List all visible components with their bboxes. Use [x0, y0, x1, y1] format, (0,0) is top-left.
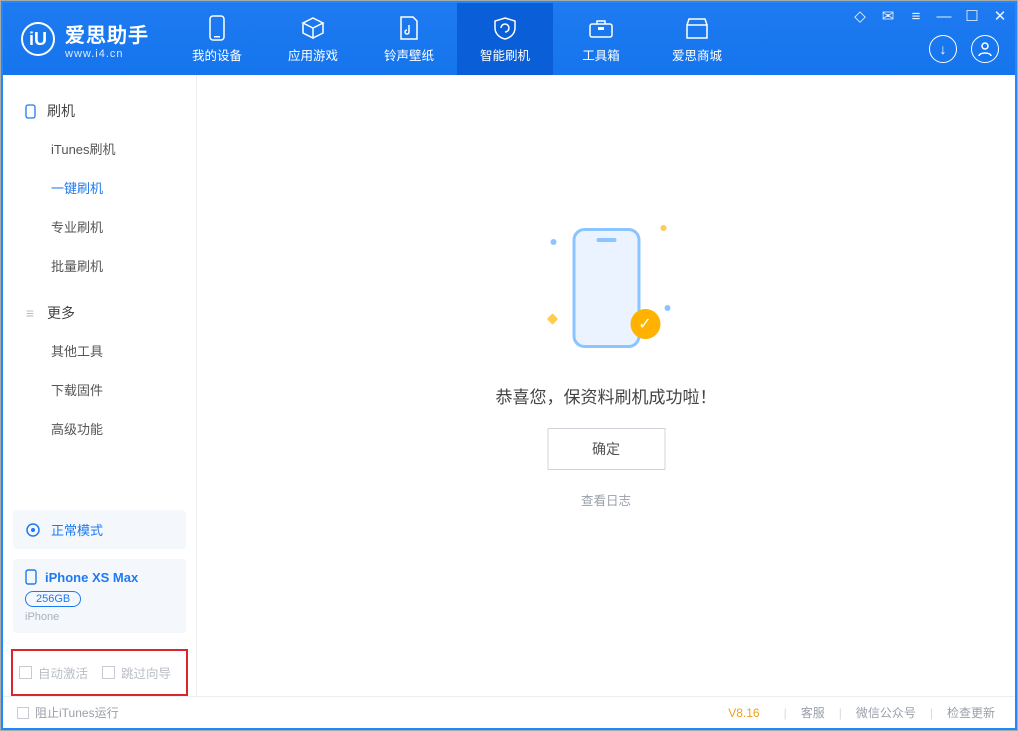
titlebar: iU 爱思助手 www.i4.cn 我的设备 应用游戏 铃声壁纸 智能刷机: [3, 3, 1015, 75]
tab-ringtones[interactable]: 铃声壁纸: [361, 3, 457, 75]
highlight-box: 自动激活 跳过向导: [11, 649, 188, 696]
shop-icon: [684, 15, 710, 41]
refresh-shield-icon: [492, 15, 518, 41]
device-type: iPhone: [25, 611, 174, 623]
tab-apps-games[interactable]: 应用游戏: [265, 3, 361, 75]
tab-smart-flash[interactable]: 智能刷机: [457, 3, 553, 75]
sidebar-item-pro-flash[interactable]: 专业刷机: [3, 207, 196, 246]
window-controls: ◇ ✉ ≡ ― ☐ ✕: [851, 7, 1009, 25]
app-name: 爱思助手: [65, 19, 149, 48]
app-logo: iU 爱思助手 www.i4.cn: [3, 3, 163, 75]
footer-update[interactable]: 检查更新: [941, 704, 1001, 721]
tab-my-device[interactable]: 我的设备: [169, 3, 265, 75]
feedback-icon[interactable]: ✉: [879, 7, 897, 25]
section-flash: 刷机: [3, 93, 196, 129]
sidebar-item-download-fw[interactable]: 下载固件: [3, 370, 196, 409]
sidebar-item-advanced[interactable]: 高级功能: [3, 409, 196, 448]
checkbox-skip-wizard[interactable]: 跳过向导: [102, 663, 171, 682]
footer: 阻止iTunes运行 V8.16 | 客服 | 微信公众号 | 检查更新: [3, 696, 1015, 728]
version-label: V8.16: [728, 706, 759, 720]
check-badge-icon: ✓: [630, 309, 660, 339]
top-tabs: 我的设备 应用游戏 铃声壁纸 智能刷机 工具箱 爱思商城: [169, 3, 745, 75]
mode-card[interactable]: 正常模式: [13, 510, 186, 549]
sidebar-item-other-tools[interactable]: 其他工具: [3, 331, 196, 370]
maximize-button[interactable]: ☐: [963, 7, 981, 25]
checkbox-auto-activate[interactable]: 自动激活: [19, 663, 88, 682]
footer-service[interactable]: 客服: [795, 704, 831, 721]
sidebar-item-batch-flash[interactable]: 批量刷机: [3, 246, 196, 285]
section-more: ≡ 更多: [3, 295, 196, 331]
music-file-icon: [396, 15, 422, 41]
device-capacity: 256GB: [25, 591, 81, 607]
phone-icon: [204, 15, 230, 41]
minimize-button[interactable]: ―: [935, 8, 953, 25]
account-button[interactable]: [971, 35, 999, 63]
success-illustration: ✓: [546, 213, 666, 363]
tab-shop[interactable]: 爱思商城: [649, 3, 745, 75]
ok-button[interactable]: 确定: [547, 428, 665, 470]
sidebar-item-itunes-flash[interactable]: iTunes刷机: [3, 129, 196, 168]
device-icon: [25, 569, 37, 585]
footer-wechat[interactable]: 微信公众号: [850, 704, 922, 721]
main-panel: ✓ 恭喜您，保资料刷机成功啦！ 确定 查看日志: [197, 75, 1015, 696]
app-domain: www.i4.cn: [65, 48, 149, 60]
close-button[interactable]: ✕: [991, 7, 1009, 25]
skin-icon[interactable]: ◇: [851, 7, 869, 25]
phone-small-icon: [23, 104, 37, 118]
menu-icon[interactable]: ≡: [907, 8, 925, 25]
device-card[interactable]: iPhone XS Max 256GB iPhone: [13, 559, 186, 633]
tab-toolbox[interactable]: 工具箱: [553, 3, 649, 75]
sidebar: 刷机 iTunes刷机 一键刷机 专业刷机 批量刷机 ≡ 更多 其他工具 下载固…: [3, 75, 197, 696]
cube-icon: [300, 15, 326, 41]
toolbox-icon: [588, 15, 614, 41]
logo-icon: iU: [21, 22, 55, 56]
sidebar-item-onekey-flash[interactable]: 一键刷机: [3, 168, 196, 207]
success-message: 恭喜您，保资料刷机成功啦！: [496, 383, 717, 408]
view-log-link[interactable]: 查看日志: [581, 490, 631, 509]
device-name: iPhone XS Max: [45, 570, 138, 585]
mode-icon: [25, 522, 41, 538]
download-button[interactable]: ↓: [929, 35, 957, 63]
list-icon: ≡: [23, 306, 37, 320]
checkbox-block-itunes[interactable]: 阻止iTunes运行: [17, 704, 119, 721]
